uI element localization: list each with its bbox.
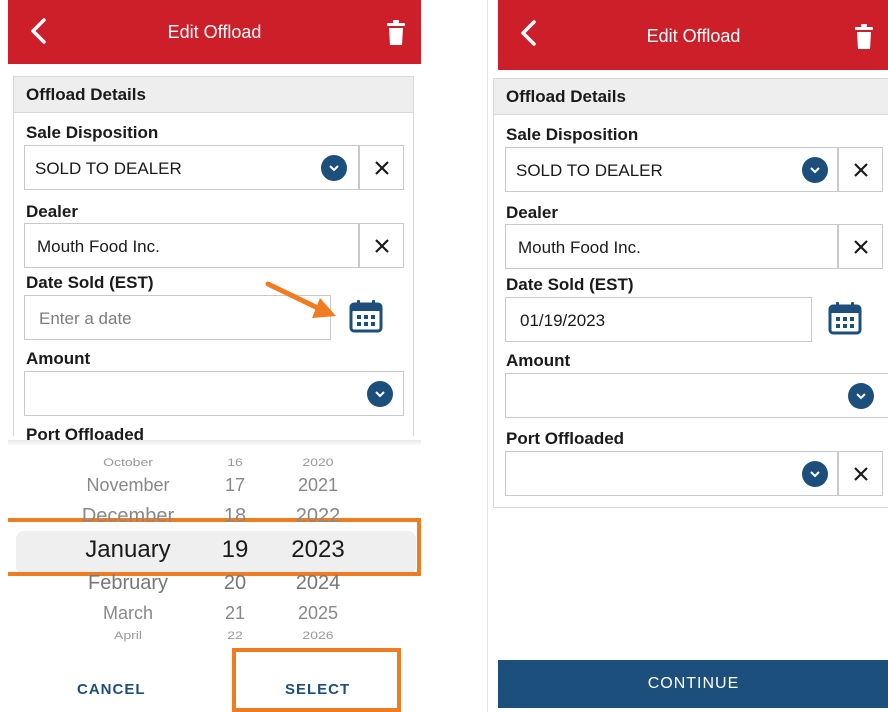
sale-disposition-select[interactable]: SOLD TO DEALER xyxy=(505,147,838,192)
page-title: Edit Offload xyxy=(167,22,262,42)
offload-details-card: Offload Details Sale Disposition SOLD TO… xyxy=(13,76,414,444)
date-sold-value: 01/19/2023 xyxy=(520,311,606,330)
sale-disposition-select[interactable]: SOLD TO DEALER xyxy=(24,145,359,190)
top-bar: Edit Offload xyxy=(8,0,421,64)
amount-select[interactable] xyxy=(505,373,888,418)
picker-year-option[interactable]: 2024 xyxy=(248,572,388,595)
calendar-icon[interactable] xyxy=(349,299,383,333)
date-sold-input[interactable]: 01/19/2023 xyxy=(505,297,812,342)
sale-disposition-value: SOLD TO DEALER xyxy=(35,159,182,178)
top-bar: Edit Offload xyxy=(498,0,888,70)
close-icon xyxy=(375,239,389,253)
amount-label: Amount xyxy=(506,351,571,370)
picker-year-option[interactable]: 2026 xyxy=(248,629,388,642)
clear-sale-disposition-button[interactable] xyxy=(359,145,404,190)
clear-port-offloaded-button[interactable] xyxy=(838,451,883,496)
trash-icon[interactable] xyxy=(853,24,875,50)
clear-dealer-button[interactable] xyxy=(838,224,883,269)
left-screen: Edit Offload Offload Details Sale Dispos… xyxy=(8,0,421,712)
arrow-icon xyxy=(265,281,336,318)
close-icon xyxy=(854,240,868,254)
close-icon xyxy=(854,467,868,481)
dealer-label: Dealer xyxy=(506,203,558,222)
clear-dealer-button[interactable] xyxy=(359,223,404,268)
amount-select[interactable] xyxy=(24,371,404,416)
sale-disposition-label: Sale Disposition xyxy=(506,125,639,144)
card-title: Offload Details xyxy=(494,79,888,115)
date-sold-label: Date Sold (EST) xyxy=(506,275,634,294)
chevron-down-icon[interactable] xyxy=(367,381,393,407)
picker-year-option[interactable]: 2022 xyxy=(248,505,388,528)
close-icon xyxy=(375,161,389,175)
cancel-button[interactable]: CANCEL xyxy=(77,681,146,698)
page-title: Edit Offload xyxy=(646,26,741,46)
offload-details-card: Offload Details Sale Disposition SOLD TO… xyxy=(493,78,888,508)
amount-label: Amount xyxy=(26,349,91,368)
date-sold-label: Date Sold (EST) xyxy=(26,273,154,292)
dealer-value: Mouth Food Inc. xyxy=(518,238,641,257)
continue-button[interactable]: CONTINUE xyxy=(498,660,888,708)
dealer-field[interactable]: Mouth Food Inc. xyxy=(24,223,359,268)
chevron-down-icon[interactable] xyxy=(848,383,874,409)
card-title: Offload Details xyxy=(14,77,413,113)
chevron-down-icon[interactable] xyxy=(802,461,828,487)
picker-year-option[interactable]: 2025 xyxy=(248,603,388,624)
close-icon xyxy=(854,163,868,177)
chevron-down-icon[interactable] xyxy=(321,155,347,181)
select-highlight-annotation xyxy=(232,648,401,712)
port-offloaded-label: Port Offloaded xyxy=(506,429,625,448)
sale-disposition-label: Sale Disposition xyxy=(26,123,159,142)
dealer-label: Dealer xyxy=(26,202,78,221)
calendar-icon[interactable] xyxy=(828,301,862,335)
picker-year-option[interactable]: 2021 xyxy=(248,475,388,496)
dealer-field[interactable]: Mouth Food Inc. xyxy=(505,224,838,269)
picker-year-option[interactable]: 2023 xyxy=(248,536,388,564)
clear-sale-disposition-button[interactable] xyxy=(838,147,883,192)
picker-year-option[interactable]: 2020 xyxy=(248,456,388,469)
dealer-value: Mouth Food Inc. xyxy=(37,237,160,256)
sale-disposition-value: SOLD TO DEALER xyxy=(516,161,663,180)
date-sold-placeholder: Enter a date xyxy=(39,309,132,328)
trash-icon[interactable] xyxy=(385,20,407,46)
chevron-down-icon[interactable] xyxy=(802,157,828,183)
right-screen: Edit Offload Offload Details Sale Dispos… xyxy=(487,0,888,712)
port-offloaded-select[interactable] xyxy=(505,451,838,496)
